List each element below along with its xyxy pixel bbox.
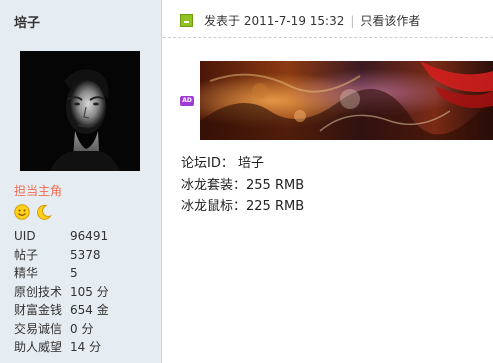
stat-value[interactable]: 96491 [70, 227, 108, 246]
stat-row-credit: 交易诚信 0 分 [14, 320, 154, 339]
avatar-portrait-image [20, 51, 140, 171]
stat-row-uid: UID 96491 [14, 227, 154, 246]
user-sidebar: 培子 担当主角 UID 96491 帖子 5378 精华 5 原创技术 105 … [0, 0, 162, 363]
author-only-link[interactable]: 只看该作者 [360, 14, 420, 28]
post-meta: 发表于 2011-7-19 15:32 | 只看该作者 [204, 12, 420, 29]
banner-artwork-image [200, 61, 493, 140]
content-line-mouse-price: 冰龙鼠标：225 RMB [181, 199, 305, 214]
user-stats: UID 96491 帖子 5378 精华 5 原创技术 105 分 财富金钱 654 金 … [14, 227, 154, 357]
ad-badge: AD [180, 96, 194, 106]
ad-banner[interactable] [200, 61, 493, 140]
stat-key: 帖子 [14, 247, 39, 262]
moon-medal-icon[interactable] [36, 204, 52, 220]
stat-row-money: 财富金钱 654 金 [14, 301, 154, 320]
stat-row-digest: 精华 5 [14, 264, 154, 283]
stat-value: 0 分 [70, 321, 94, 336]
avatar[interactable] [20, 51, 140, 171]
content-line-forum-id: 论坛ID： 培子 [181, 156, 264, 171]
stat-key: 助人威望 [14, 340, 63, 354]
post-header: 发表于 2011-7-19 15:32 | 只看该作者 [163, 0, 493, 38]
online-status-icon [180, 14, 193, 27]
content-line-suit-price: 冰龙套装：255 RMB [181, 177, 305, 193]
stat-row-posts: 帖子 5378 [14, 246, 154, 265]
stat-row-prestige: 助人威望 14 分 [14, 338, 154, 357]
stat-value: 14 分 [70, 340, 102, 354]
stat-value[interactable]: 5 [70, 264, 78, 283]
smile-medal-icon[interactable] [14, 204, 30, 220]
meta-separator: | [350, 14, 355, 28]
medals [14, 204, 53, 222]
stat-row-tech: 原创技术 105 分 [14, 283, 154, 302]
stat-value[interactable]: 5378 [70, 246, 101, 265]
user-rank: 担当主角 [14, 184, 63, 198]
stat-key: UID [14, 229, 36, 243]
stat-key: 财富金钱 [14, 303, 63, 317]
published-label: 发表于 [204, 14, 241, 28]
stat-key: 交易诚信 [14, 321, 63, 336]
published-time: 2011-7-19 15:32 [243, 14, 345, 28]
stat-key: 精华 [14, 266, 39, 280]
post-content: 论坛ID： 培子 冰龙套装：255 RMB 冰龙鼠标：225 RMB [181, 153, 304, 218]
stat-value: 105 分 [70, 284, 109, 299]
stat-value: 654 金 [70, 303, 109, 317]
username[interactable]: 培子 [14, 12, 40, 31]
stat-key: 原创技术 [14, 284, 63, 299]
